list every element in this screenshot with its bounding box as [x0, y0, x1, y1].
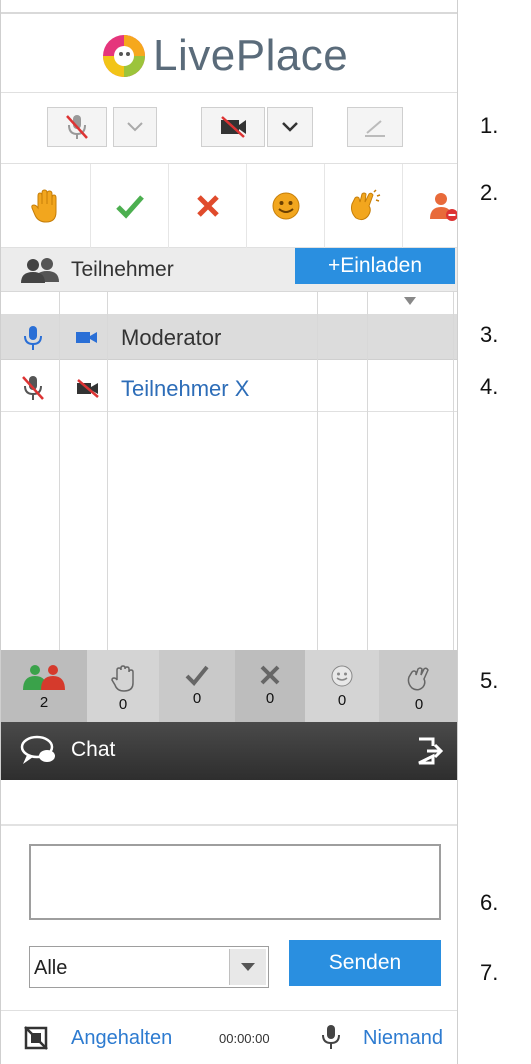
annotation-number: 7. — [480, 960, 499, 985]
chat-title: Chat — [71, 738, 116, 761]
clapping-hands-icon — [350, 189, 380, 221]
users-icon — [21, 258, 59, 283]
sort-arrow-icon[interactable] — [403, 296, 417, 306]
recipient-dropdown-arrow[interactable] — [229, 949, 266, 985]
logo-icon — [103, 35, 145, 77]
cross-icon — [260, 665, 280, 685]
chat-bubbles-icon — [20, 735, 55, 764]
invite-button[interactable]: +Einladen — [295, 248, 455, 284]
count-smile: 0 — [305, 650, 379, 722]
smile-button[interactable] — [247, 164, 325, 248]
whiteboard-pen-button[interactable] — [347, 107, 403, 147]
triangle-down-icon — [241, 963, 255, 971]
grid-line — [317, 292, 318, 650]
annotation-number: 2. — [480, 180, 499, 205]
mic-toggle-button[interactable] — [47, 107, 107, 147]
participants-table-header — [1, 292, 457, 310]
count-no: 0 — [235, 650, 305, 722]
check-icon — [115, 195, 144, 219]
raise-hand-button[interactable] — [1, 164, 91, 248]
current-speaker[interactable]: Niemand — [363, 1027, 443, 1050]
chevron-down-icon — [127, 122, 143, 132]
count-hands: 0 — [87, 650, 159, 722]
media-controls — [1, 92, 457, 164]
participant-row-moderator[interactable]: Moderator — [1, 314, 457, 360]
grid-line — [107, 292, 108, 650]
message-input[interactable] — [29, 844, 441, 920]
recording-off-icon[interactable] — [23, 1025, 49, 1051]
chevron-down-icon — [282, 122, 298, 132]
chat-header: Chat — [1, 722, 457, 780]
reaction-counts: 2 0 0 0 0 0 — [1, 650, 457, 722]
status-footer: Angehalten 00:00:00 Niemand — [1, 1010, 457, 1064]
top-border — [1, 0, 457, 14]
annotation-number: 1. — [480, 113, 499, 138]
hand-outline-icon — [111, 665, 134, 692]
check-icon — [185, 665, 209, 686]
annotation-number: 3. — [480, 322, 499, 347]
mic-muted-icon — [66, 115, 88, 139]
annotation-number: 4. — [480, 374, 499, 399]
annotation-number: 6. — [480, 890, 499, 915]
camera-off-icon — [221, 116, 246, 138]
camera-off-icon — [77, 379, 99, 398]
user-remove-icon — [430, 193, 457, 221]
mic-icon — [322, 1025, 340, 1049]
participant-name: Moderator — [121, 325, 222, 350]
send-button[interactable]: Senden — [289, 940, 441, 986]
mic-muted-icon — [22, 376, 44, 400]
recording-status[interactable]: Angehalten — [71, 1027, 172, 1050]
count-value: 0 — [414, 696, 424, 713]
smiley-icon — [331, 665, 353, 687]
grid-line — [59, 292, 60, 650]
count-value: 0 — [265, 690, 275, 707]
camera-icon — [76, 332, 97, 343]
logo: LivePlace — [101, 24, 348, 88]
camera-dropdown-button[interactable] — [267, 107, 313, 147]
count-value: 0 — [118, 696, 128, 713]
mic-icon — [24, 326, 42, 350]
hand-icon — [30, 189, 56, 223]
grid-line — [367, 292, 368, 650]
applause-button[interactable] — [325, 164, 403, 248]
count-participants: 2 — [1, 650, 87, 722]
recording-time: 00:00:00 — [219, 1031, 270, 1046]
brand-name: LivePlace — [153, 31, 349, 80]
no-button[interactable] — [169, 164, 247, 248]
count-yes: 0 — [159, 650, 235, 722]
participant-name: Teilnehmer X — [121, 376, 250, 401]
participant-row-teilnehmer-x[interactable]: Teilnehmer X — [1, 364, 457, 412]
cross-icon — [196, 195, 219, 217]
recipient-value: Alle — [34, 957, 68, 979]
status-buttons — [1, 164, 457, 248]
chat-messages — [1, 780, 457, 826]
liveplace-panel: LivePlace Teilnehmer +Einladen Moderator… — [0, 0, 458, 1064]
clapping-hands-icon — [407, 667, 429, 691]
mic-dropdown-button[interactable] — [113, 107, 157, 147]
count-value: 0 — [337, 692, 347, 709]
smiley-icon — [272, 192, 299, 220]
participants-title: Teilnehmer — [71, 258, 174, 281]
pen-icon — [365, 120, 385, 137]
camera-toggle-button[interactable] — [201, 107, 265, 147]
grid-line — [453, 292, 454, 650]
count-applause: 0 — [379, 650, 457, 722]
count-value: 0 — [192, 690, 202, 707]
exit-icon[interactable] — [415, 736, 445, 766]
recipient-select[interactable]: Alle — [29, 946, 269, 988]
annotation-number: 5. — [480, 668, 499, 693]
yes-button[interactable] — [91, 164, 169, 248]
count-value: 2 — [39, 694, 49, 711]
people-icon — [23, 665, 65, 690]
leave-status-button[interactable] — [403, 164, 457, 248]
